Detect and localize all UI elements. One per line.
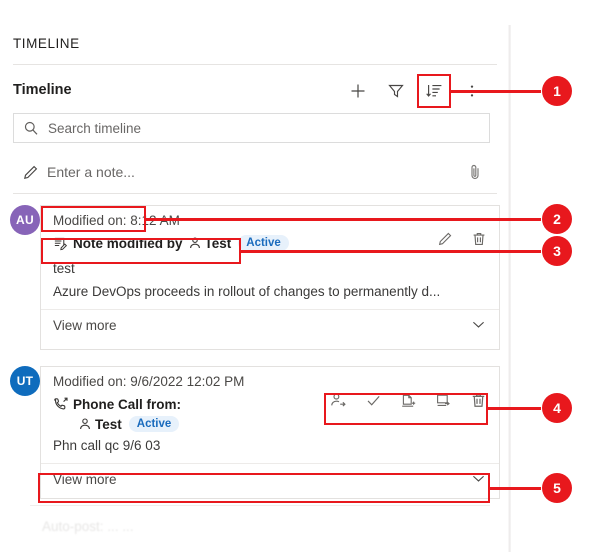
entry-timestamp: Modified on: 9/6/2022 12:02 PM <box>53 374 245 389</box>
paperclip-icon[interactable] <box>460 163 490 181</box>
more-vertical-icon[interactable] <box>459 78 485 104</box>
annotation-badge-5: 5 <box>542 473 572 503</box>
annotation-badge-2: 2 <box>542 204 572 234</box>
annotation-badge-3: 3 <box>542 236 572 266</box>
add-to-queue-icon[interactable] <box>400 392 417 409</box>
phone-call-icon <box>53 396 73 412</box>
entry-person-row: Test Active <box>53 416 487 432</box>
person-icon <box>188 236 202 250</box>
entry-card: Modified on: 9/6/2022 12:02 PM Phone Cal… <box>40 366 500 499</box>
chevron-down-icon <box>470 316 487 336</box>
person-icon <box>78 417 92 431</box>
view-more-button[interactable]: View more <box>41 309 499 341</box>
view-more-label: View more <box>53 318 117 333</box>
page-title: TIMELINE <box>13 36 80 51</box>
timeline-label: Timeline <box>13 82 72 98</box>
entry-actions <box>330 392 487 409</box>
timeline-entry-partial: Auto-post: ... ... <box>30 505 490 552</box>
entry-person: Test <box>204 235 232 251</box>
entry-timestamp: Modified on: 8:12 AM <box>53 213 180 228</box>
convert-to-case-icon[interactable] <box>435 392 452 409</box>
entry-body-line1: test <box>53 261 75 276</box>
entry-title: Phone Call from: <box>73 396 182 412</box>
entry-title-row: Note modified by Test Active <box>53 231 487 255</box>
avatar: AU <box>10 205 40 235</box>
panel-divider <box>508 25 511 552</box>
check-icon[interactable] <box>365 392 382 409</box>
annotation-badge-1: 1 <box>542 76 572 106</box>
partial-entry-text: Auto-post: ... ... <box>42 519 134 534</box>
timeline-panel: TIMELINE Timeline Search timeline Enter … <box>0 0 511 552</box>
delete-icon[interactable] <box>471 231 487 247</box>
entry-title: Note modified by <box>73 235 183 251</box>
view-more-button[interactable]: View more <box>41 463 499 495</box>
divider-top <box>13 64 497 65</box>
delete-icon[interactable] <box>470 392 487 409</box>
avatar: UT <box>10 366 40 396</box>
sort-icon[interactable] <box>421 78 447 104</box>
entry-person: Test <box>95 416 122 432</box>
entry-title-row: Phone Call from: <box>53 392 487 416</box>
chevron-down-icon <box>470 470 487 490</box>
note-icon <box>53 236 73 251</box>
edit-icon[interactable] <box>437 231 453 247</box>
assign-icon[interactable] <box>330 392 347 409</box>
divider-note <box>13 193 497 194</box>
note-input[interactable] <box>47 164 460 180</box>
search-icon <box>14 120 48 136</box>
search-input[interactable] <box>48 120 489 136</box>
filter-icon[interactable] <box>383 78 409 104</box>
search-box[interactable] <box>13 113 490 143</box>
plus-icon[interactable] <box>345 78 371 104</box>
annotation-badge-4: 4 <box>542 393 572 423</box>
entry-body-line1: Phn call qc 9/6 03 <box>53 438 161 453</box>
pencil-icon <box>13 164 47 181</box>
view-more-label: View more <box>53 472 117 487</box>
status-badge: Active <box>238 235 289 251</box>
entry-actions <box>437 231 487 247</box>
divider-partial <box>30 505 490 506</box>
note-composer[interactable] <box>13 156 490 188</box>
entry-body-line2: Azure DevOps proceeds in rollout of chan… <box>53 284 441 299</box>
entry-card: Modified on: 8:12 AM Note modified by Te… <box>40 205 500 350</box>
status-badge: Active <box>128 416 180 432</box>
